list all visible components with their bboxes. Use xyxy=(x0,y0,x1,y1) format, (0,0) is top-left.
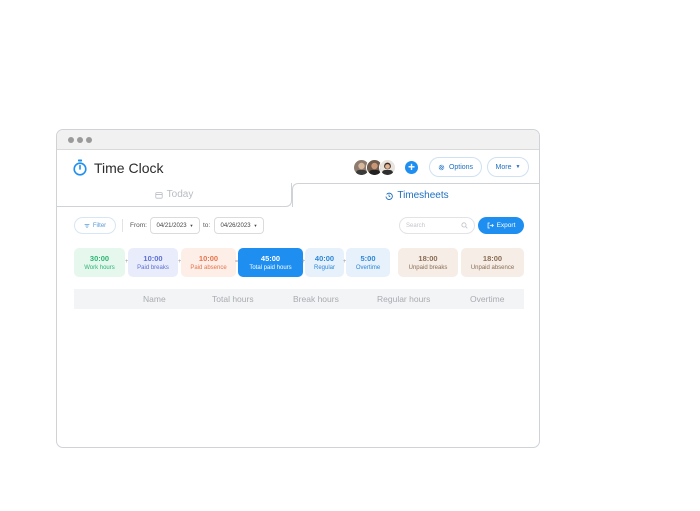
tab-bar: Today Timesheets xyxy=(57,183,539,207)
app-header: Time Clock + Options More ▼ xyxy=(57,150,539,184)
summary-label: Unpaid breaks xyxy=(408,265,448,271)
avatar[interactable] xyxy=(379,159,396,176)
summary-label: Overtime xyxy=(355,265,381,271)
add-member-button[interactable]: + xyxy=(405,161,418,174)
export-icon xyxy=(487,222,494,229)
column-header-break-hours[interactable]: Break hours xyxy=(293,294,339,304)
window-titlebar xyxy=(57,130,539,150)
chevron-down-icon: ▼ xyxy=(253,223,258,228)
search-placeholder: Search xyxy=(406,222,426,229)
column-header-regular-hours[interactable]: Regular hours xyxy=(377,294,430,304)
summary-card-regular[interactable]: 40:00 Regular xyxy=(305,248,344,277)
gear-icon xyxy=(438,164,445,170)
calendar-icon xyxy=(155,191,163,199)
to-label: to: xyxy=(203,222,211,229)
to-date-value: 04/26/2023 xyxy=(220,222,251,229)
summary-value: 45:00 xyxy=(260,254,281,263)
summary-label: Total paid hours xyxy=(249,265,292,271)
export-label: Export xyxy=(496,222,516,229)
filter-toolbar: Filter From: 04/21/2023 ▼ to: 04/26/2023… xyxy=(57,216,539,236)
summary-label: Paid breaks xyxy=(137,265,169,271)
window-dot xyxy=(86,136,92,143)
window-dot xyxy=(68,136,74,143)
summary-value: 10:00 xyxy=(143,254,163,263)
chevron-down-icon: ▼ xyxy=(189,223,194,228)
column-header-name[interactable]: Name xyxy=(143,294,166,304)
summary-card-total-paid-hours[interactable]: 45:00 Total paid hours xyxy=(238,248,303,277)
summary-card-unpaid-breaks[interactable]: 18:00 Unpaid breaks xyxy=(398,248,458,277)
summary-label: Unpaid absence xyxy=(470,265,515,271)
tab-timesheets[interactable]: Timesheets xyxy=(292,183,539,207)
tab-timesheets-label: Timesheets xyxy=(397,190,449,201)
options-label: Options xyxy=(448,163,474,171)
summary-value: 40:00 xyxy=(314,254,335,263)
hours-summary: 30:00 Work hours + 10:00 Paid breaks + 1… xyxy=(57,248,539,278)
summary-value: 5:00 xyxy=(360,254,376,263)
window-dot xyxy=(77,136,83,143)
filter-button[interactable]: Filter xyxy=(74,217,116,234)
from-label: From: xyxy=(130,222,147,229)
filter-icon xyxy=(84,223,90,228)
from-date-select[interactable]: 04/21/2023 ▼ xyxy=(150,217,200,234)
column-header-total-hours[interactable]: Total hours xyxy=(212,294,254,304)
summary-value: 30:00 xyxy=(89,254,110,263)
table-header: Name Total hours Break hours Regular hou… xyxy=(74,289,524,309)
column-header-overtime[interactable]: Overtime xyxy=(470,294,504,304)
from-date-value: 04/21/2023 xyxy=(156,222,187,229)
chevron-down-icon: ▼ xyxy=(515,164,521,170)
more-button[interactable]: More ▼ xyxy=(487,157,529,177)
summary-label: Regular xyxy=(313,265,335,271)
divider xyxy=(122,219,123,232)
summary-value: 10:00 xyxy=(198,254,219,263)
summary-card-paid-absence[interactable]: 10:00 Paid absence xyxy=(181,248,236,277)
more-label: More xyxy=(495,163,512,171)
stopwatch-icon xyxy=(73,159,87,176)
search-input[interactable]: Search xyxy=(399,217,475,234)
to-date-select[interactable]: 04/26/2023 ▼ xyxy=(214,217,264,234)
summary-card-paid-breaks[interactable]: 10:00 Paid breaks xyxy=(128,248,178,277)
options-button[interactable]: Options xyxy=(429,157,482,177)
search-icon xyxy=(461,222,468,229)
summary-value: 18:00 xyxy=(482,254,503,263)
summary-label: Work hours xyxy=(84,265,115,271)
summary-label: Paid absence xyxy=(190,265,227,271)
summary-card-unpaid-absence[interactable]: 18:00 Unpaid absence xyxy=(461,248,524,277)
tab-today[interactable]: Today xyxy=(57,183,292,207)
summary-value: 18:00 xyxy=(418,254,438,263)
summary-card-overtime[interactable]: 5:00 Overtime xyxy=(346,248,390,277)
app-window: Time Clock + Options More ▼ Today Timesh… xyxy=(56,129,540,448)
tab-today-label: Today xyxy=(166,189,194,200)
page-title: Time Clock xyxy=(94,160,164,176)
filter-label: Filter xyxy=(92,222,107,229)
export-button[interactable]: Export xyxy=(478,217,524,234)
summary-card-work-hours[interactable]: 30:00 Work hours xyxy=(74,248,125,277)
history-icon xyxy=(385,192,394,200)
